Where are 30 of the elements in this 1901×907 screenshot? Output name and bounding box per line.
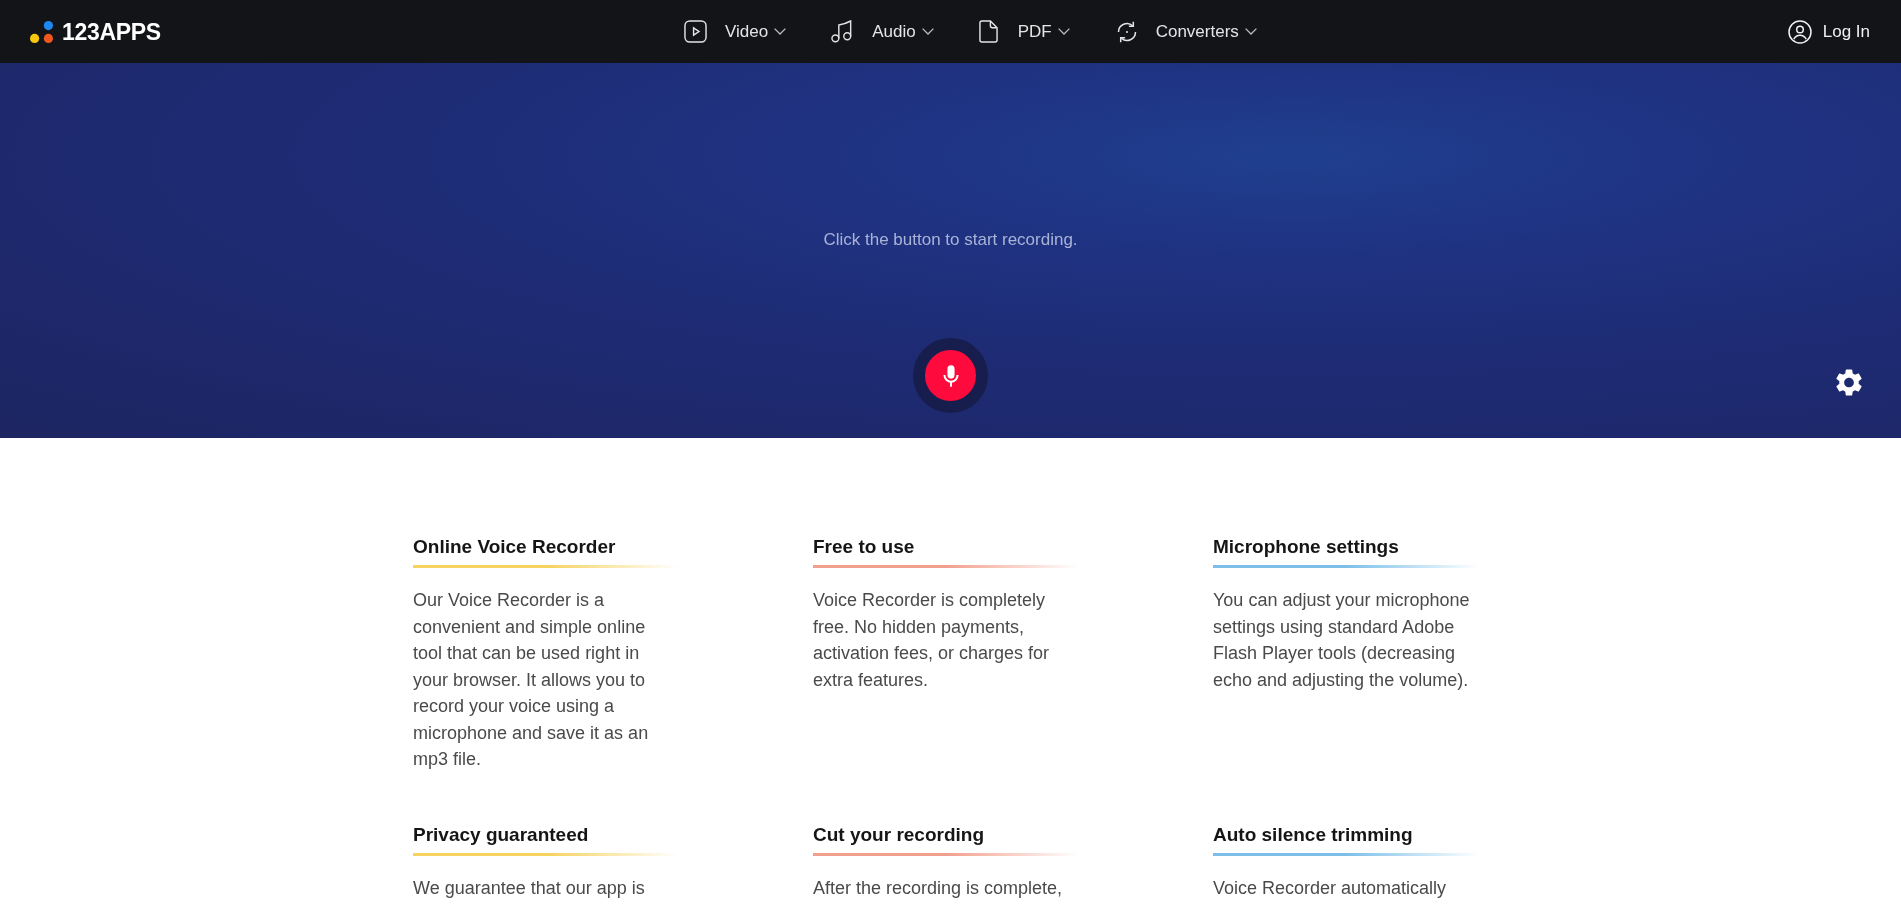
feature-title: Auto silence trimming — [1213, 822, 1414, 847]
chevron-down-icon — [774, 28, 787, 35]
feature-description: We guarantee that our app is — [413, 876, 646, 900]
nav-menu-button[interactable]: PDF — [978, 19, 1070, 44]
feature-description: Voice Recorder is completely free. No hidden payments, activation fees, or charges for extra features. — [813, 589, 1051, 692]
feature-title: Microphone settings — [1213, 535, 1400, 559]
feature-description: Voice Recorder automatically — [1213, 876, 1448, 900]
nav-menu-button[interactable]: Video — [684, 19, 787, 44]
chevron-down-icon — [1244, 28, 1257, 35]
nav-menu-button[interactable]: Converters — [1114, 19, 1257, 44]
nav-menu-button[interactable]: Audio — [831, 19, 934, 44]
user-icon — [1787, 19, 1812, 44]
feature-title: Online Voice Recorder — [413, 535, 617, 559]
chevron-down-icon — [1057, 28, 1070, 35]
login-button[interactable]: Log In — [1787, 19, 1870, 44]
feature-title: Cut your recording — [813, 822, 985, 847]
microphone-icon — [942, 364, 959, 387]
feature-description: Our Voice Recorder is a convenient and simple online tool that can be used right in your browser. It allows you to record your voice using a microphone and save it as an mp3 file. — [413, 589, 650, 771]
music-note-icon — [831, 20, 853, 43]
settings-icon[interactable] — [1836, 368, 1862, 396]
recording-prompt: Click the button to start recording. — [823, 229, 1078, 251]
play-icon — [684, 20, 707, 43]
logo-icon — [30, 20, 54, 43]
feature-description: You can adjust your microphone settings using standard Adobe Flash Player tools (decreasing echo and adjusting the volume). — [1213, 589, 1471, 692]
feature-title: Privacy guaranteed — [413, 822, 590, 847]
chevron-down-icon — [921, 28, 934, 35]
logo[interactable]: 123APPS — [62, 17, 161, 46]
feature-title: Free to use — [813, 535, 916, 559]
document-icon — [978, 20, 998, 43]
feature-description: After the recording is complete, — [813, 876, 1064, 900]
